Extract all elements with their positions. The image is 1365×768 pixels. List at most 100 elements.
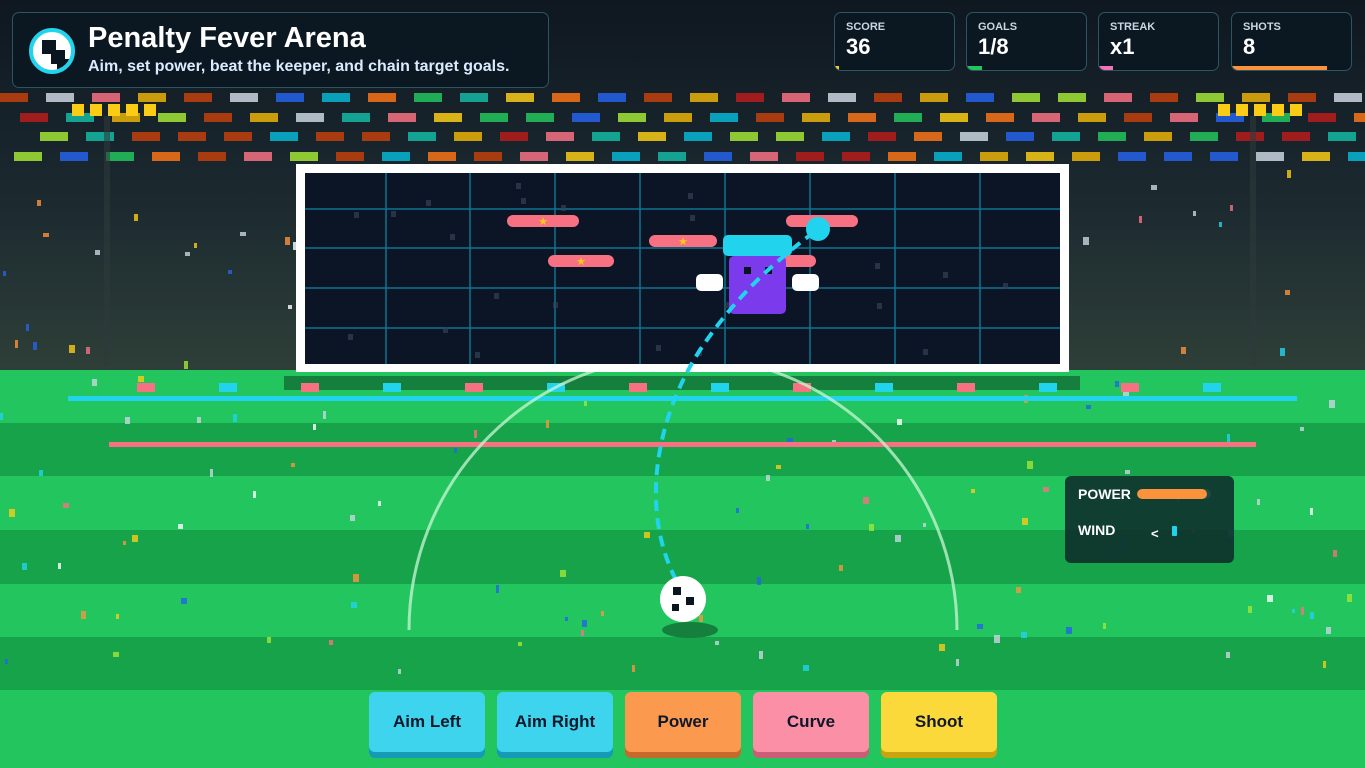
confetti-piece [398, 669, 401, 674]
crowd-fan [0, 93, 28, 102]
crowd-fan [20, 113, 48, 122]
wind-strength-marker [1172, 526, 1177, 536]
confetti-piece [546, 420, 549, 428]
confetti-piece [1326, 627, 1331, 634]
confetti-piece [267, 637, 271, 643]
confetti-piece [1043, 487, 1049, 492]
crowd-fan [710, 113, 738, 122]
power-button[interactable]: Power [625, 692, 741, 752]
confetti-piece [1292, 609, 1295, 613]
target-zone: ★ [507, 215, 579, 228]
stat-score: SCORE 36 [834, 12, 955, 71]
crowd-fan [782, 93, 810, 102]
crowd-fan [704, 152, 732, 161]
crowd-fan [296, 113, 324, 122]
net-speck [348, 334, 353, 340]
confetti-piece [1181, 347, 1186, 354]
confetti-piece [1193, 211, 1196, 216]
shoot-button[interactable]: Shoot [881, 692, 997, 752]
floodlight-lamp [1254, 104, 1266, 116]
crowd-fan [290, 152, 318, 161]
crowd-fan [1072, 152, 1100, 161]
crowd-fan [158, 113, 186, 122]
crowd-fan [382, 152, 410, 161]
crowd-fan [204, 113, 232, 122]
floodlight-lamp [1236, 104, 1248, 116]
confetti-piece [956, 659, 959, 666]
ad-board [875, 383, 893, 392]
crowd-fan [1052, 132, 1080, 141]
confetti-piece [351, 602, 357, 608]
confetti-piece [1323, 661, 1326, 668]
confetti-piece [253, 491, 256, 498]
confetti-piece [757, 577, 761, 585]
confetti-piece [0, 413, 3, 420]
confetti-piece [181, 598, 187, 604]
keeper-cap [723, 235, 792, 256]
stat-shots: SHOTS 8 [1231, 12, 1352, 71]
crowd-fan [644, 93, 672, 102]
crowd-fan [980, 152, 1008, 161]
confetti-piece [1280, 348, 1285, 356]
crowd-fan [244, 152, 272, 161]
stat-goals: GOALS 1/8 [966, 12, 1087, 71]
confetti-piece [3, 271, 6, 276]
confetti-piece [1333, 550, 1337, 557]
crowd-fan [1256, 152, 1284, 161]
confetti-piece [125, 417, 130, 424]
ad-board [465, 383, 483, 392]
keeper-glove-left [696, 274, 723, 291]
aim-right-button[interactable]: Aim Right [497, 692, 613, 752]
confetti-piece [806, 524, 809, 529]
confetti-piece [1151, 185, 1157, 190]
confetti-piece [350, 515, 355, 521]
power-label: POWER [1078, 486, 1131, 502]
crowd-fan [276, 93, 304, 102]
floodlight-lamp [72, 104, 84, 116]
crowd-fan [1118, 152, 1146, 161]
confetti-piece [1287, 170, 1291, 178]
confetti-piece [1310, 612, 1314, 619]
confetti-piece [759, 651, 763, 659]
floodlight-pole [104, 116, 110, 366]
net-speck [475, 352, 480, 358]
confetti-piece [39, 470, 43, 476]
crowd-fan [14, 152, 42, 161]
crowd-fan [736, 93, 764, 102]
confetti-piece [95, 250, 100, 255]
net-speck [943, 272, 948, 278]
net-speck [553, 302, 558, 308]
crowd-fan [796, 152, 824, 161]
crowd-fan [690, 93, 718, 102]
crowd-fan [868, 132, 896, 141]
confetti-piece [184, 361, 188, 369]
ad-board [383, 383, 401, 392]
confetti-piece [5, 659, 8, 664]
confetti-piece [632, 665, 635, 672]
crowd-fan [546, 132, 574, 141]
crowd-fan [618, 113, 646, 122]
target-zone: ★ [649, 235, 717, 248]
confetti-piece [43, 233, 49, 237]
crowd-fan [1006, 132, 1034, 141]
confetti-piece [132, 535, 138, 542]
crowd-fan [572, 113, 600, 122]
curve-button[interactable]: Curve [753, 692, 869, 752]
crowd-fan [914, 132, 942, 141]
game-scene[interactable]: ★ ★ ★ [0, 0, 1365, 768]
crowd-fan [1170, 113, 1198, 122]
crowd-fan [750, 152, 778, 161]
crowd-fan [198, 152, 226, 161]
crowd-fan [60, 152, 88, 161]
confetti-piece [33, 342, 37, 350]
confetti-piece [1219, 222, 1222, 227]
crowd-fan [960, 132, 988, 141]
aim-left-button[interactable]: Aim Left [369, 692, 485, 752]
confetti-piece [863, 497, 869, 504]
confetti-piece [185, 252, 190, 256]
net-speck [391, 211, 396, 217]
confetti-piece [1022, 518, 1028, 525]
crowd-fan [1032, 113, 1060, 122]
confetti-piece [323, 411, 326, 419]
confetti-piece [138, 376, 144, 382]
